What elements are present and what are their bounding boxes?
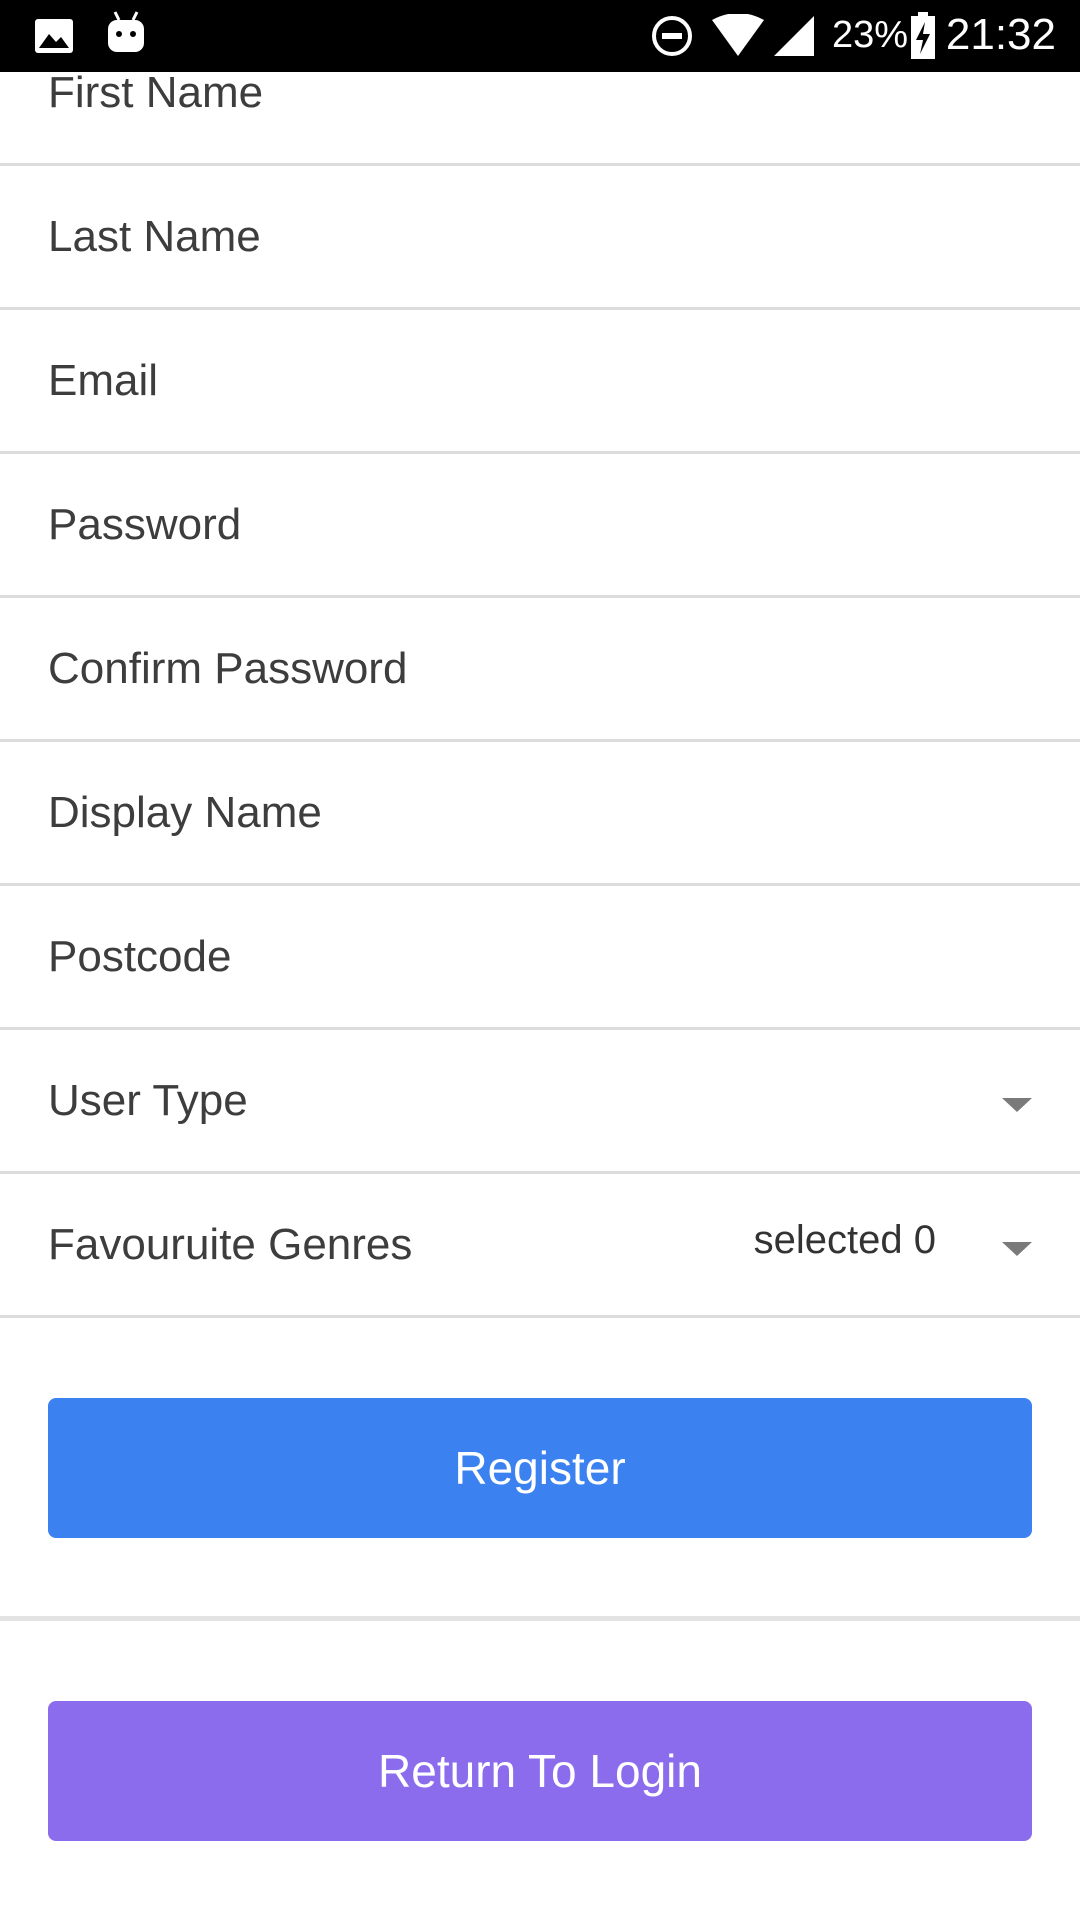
display-name-label: Display Name	[48, 788, 322, 837]
postcode-label: Postcode	[48, 932, 232, 981]
email-label: Email	[48, 356, 159, 405]
last-name-label: Last Name	[48, 212, 261, 261]
favourite-genres-label: Favouruite Genres	[48, 1220, 413, 1269]
user-type-select[interactable]: User Type	[0, 1030, 1080, 1174]
favourite-genres-select[interactable]: Favouruite Genres selected 0	[0, 1174, 1080, 1318]
password-field[interactable]: Password	[0, 454, 1080, 598]
chevron-down-icon	[1002, 1242, 1032, 1256]
postcode-field[interactable]: Postcode	[0, 886, 1080, 1030]
last-name-field[interactable]: Last Name	[0, 166, 1080, 310]
divider	[0, 1616, 1080, 1621]
first-name-field[interactable]: First Name	[0, 22, 1080, 166]
chevron-down-icon	[1002, 1098, 1032, 1112]
register-button[interactable]: Register	[48, 1398, 1032, 1538]
first-name-label: First Name	[48, 68, 264, 117]
password-label: Password	[48, 500, 242, 549]
favourite-genres-value: selected 0	[753, 1218, 936, 1262]
email-field[interactable]: Email	[0, 310, 1080, 454]
confirm-password-label: Confirm Password	[48, 644, 408, 693]
return-to-login-button[interactable]: Return To Login	[48, 1701, 1032, 1841]
confirm-password-field[interactable]: Confirm Password	[0, 598, 1080, 742]
display-name-field[interactable]: Display Name	[0, 742, 1080, 886]
user-type-label: User Type	[48, 1076, 248, 1125]
